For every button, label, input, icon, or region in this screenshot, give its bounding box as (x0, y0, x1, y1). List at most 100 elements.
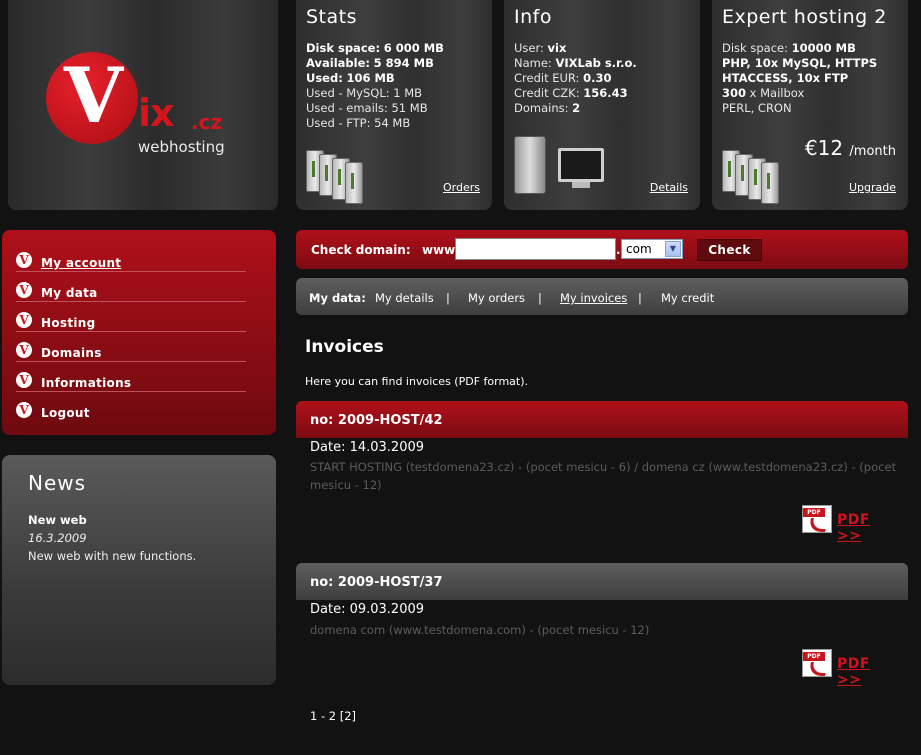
stats-panel: Stats Disk space: 6 000 MB Available: 5 … (296, 0, 492, 210)
news-panel: News New web 16.3.2009 New web with new … (2, 455, 276, 685)
chevron-down-icon[interactable]: ▼ (665, 241, 681, 257)
menu-item-informations[interactable]: V Informations (16, 370, 246, 392)
news-date: 16.3.2009 (28, 531, 87, 545)
pdf-link-label[interactable]: PDF >> (837, 512, 894, 544)
tld-select[interactable]: com ▼ (621, 239, 683, 259)
menu-item-my-account[interactable]: V My account (16, 250, 246, 272)
stats-used-ftp: Used - FTP: 54 MB (306, 116, 411, 130)
stats-used-value: 106 MB (346, 71, 395, 85)
invoice-date: Date: 09.03.2009 (310, 602, 425, 617)
invoice-number: no: 2009-HOST/37 (310, 575, 443, 590)
price-period: /month (849, 144, 896, 159)
servers-icon (306, 150, 376, 205)
tab-my-orders[interactable]: My orders (468, 291, 525, 305)
invoice-header: no: 2009-HOST/42 (296, 401, 908, 438)
info-panel: Info User: vix Name: VIXLab s.r.o. Credi… (504, 0, 700, 210)
stats-used-mysql: Used - MySQL: 1 MB (306, 86, 423, 100)
check-domain-label: Check domain: (311, 243, 411, 257)
expert-lines: Disk space: 10000 MB PHP, 10x MySQL, HTT… (722, 41, 877, 116)
domain-dot: . (616, 243, 621, 257)
menu-item-my-data[interactable]: V My data (16, 280, 246, 302)
expert-line-php: PHP, 10x MySQL, HTTPS (722, 56, 878, 70)
info-domains-value: 2 (572, 101, 581, 115)
tab-my-details[interactable]: My details (375, 291, 434, 305)
stats-used-emails: Used - emails: 51 MB (306, 101, 428, 115)
my-data-label: My data: (309, 291, 366, 305)
invoice-pdf-link[interactable]: PDF PDF >> (802, 649, 894, 688)
stats-disk-value: 6 000 MB (383, 41, 444, 55)
tld-selected: com (626, 242, 652, 256)
v-bullet-icon: V (16, 372, 32, 388)
tab-my-invoices[interactable]: My invoices (560, 291, 627, 305)
check-button[interactable]: Check (697, 239, 762, 261)
expert-mailbox-label: x Mailbox (749, 86, 805, 100)
tab-my-credit[interactable]: My credit (661, 291, 714, 305)
stats-lines: Disk space: 6 000 MB Available: 5 894 MB… (306, 41, 444, 131)
check-domain-bar: Check domain: www. . com ▼ Check (296, 230, 908, 269)
page-title: Invoices (305, 337, 384, 357)
page-intro: Here you can find invoices (PDF format). (305, 375, 529, 388)
menu-item-label: Hosting (41, 316, 96, 330)
v-bullet-icon: V (16, 312, 32, 328)
details-link[interactable]: Details (650, 181, 688, 194)
menu-item-label: Logout (41, 406, 90, 420)
servers-icon (722, 150, 792, 205)
v-bullet-icon: V (16, 402, 32, 418)
my-data-nav: My data: My details | My orders | My inv… (296, 278, 908, 315)
nav-separator: | (538, 291, 542, 305)
www-prefix: www. (422, 243, 460, 257)
info-credit-czk-label: Credit CZK: (514, 86, 580, 100)
orders-link[interactable]: Orders (443, 181, 480, 194)
invoice-pdf-link[interactable]: PDF PDF >> (802, 505, 894, 544)
expert-hosting-panel: Expert hosting 2 Disk space: 10000 MB PH… (712, 0, 908, 210)
invoice-number: no: 2009-HOST/42 (310, 413, 443, 428)
logo-tld: .cz (191, 110, 223, 134)
expert-line-htaccess: HTACCESS, 10x FTP (722, 71, 849, 85)
info-credit-eur-label: Credit EUR: (514, 71, 580, 85)
price: €12 /month (805, 136, 896, 160)
stats-available-value: 5 894 MB (373, 56, 434, 70)
v-bullet-icon: V (16, 252, 32, 268)
logo-subtitle: webhosting (138, 138, 225, 156)
domain-input[interactable] (455, 238, 616, 260)
stats-available-label: Available: (306, 56, 370, 70)
info-credit-czk-value: 156.43 (583, 86, 628, 100)
nav-separator: | (638, 291, 642, 305)
info-name-label: Name: (514, 56, 552, 70)
nav-separator: | (446, 291, 450, 305)
info-user-value: vix (547, 41, 567, 55)
info-domains-label: Domains: (514, 101, 569, 115)
menu-item-domains[interactable]: V Domains (16, 340, 246, 362)
pdf-icon: PDF (802, 649, 832, 677)
expert-line-perl: PERL, CRON (722, 101, 792, 115)
menu-item-label: My account (41, 256, 122, 270)
pdf-icon-tag: PDF (803, 652, 825, 661)
menu-item-logout[interactable]: V Logout (16, 400, 246, 422)
pdf-icon-tag: PDF (803, 508, 825, 517)
menu-item-hosting[interactable]: V Hosting (16, 310, 246, 332)
expert-title: Expert hosting 2 (722, 6, 887, 28)
pdf-link-label[interactable]: PDF >> (837, 656, 894, 688)
expert-disk-label: Disk space: (722, 41, 788, 55)
logo-name: ix (138, 91, 175, 135)
info-name-value: VIXLab s.r.o. (555, 56, 637, 70)
stats-title: Stats (306, 6, 358, 28)
invoice-header: no: 2009-HOST/37 (296, 563, 908, 600)
upgrade-link[interactable]: Upgrade (849, 181, 896, 194)
logo-letter: V (64, 51, 123, 140)
invoice-date: Date: 14.03.2009 (310, 440, 425, 455)
invoice-description: domena com (www.testdomena.com) - (pocet… (310, 623, 650, 637)
news-text: New web with new functions. (28, 549, 197, 563)
computer-icon (514, 136, 606, 194)
main-menu: V My account V My data V Hosting V Domai… (2, 230, 276, 435)
menu-item-label: Domains (41, 346, 102, 360)
stats-disk-label: Disk space: (306, 41, 381, 55)
v-bullet-icon: V (16, 342, 32, 358)
news-title: News (28, 471, 87, 495)
v-bullet-icon: V (16, 282, 32, 298)
news-headline: New web (28, 513, 87, 527)
expert-disk-value: 10000 MB (791, 41, 856, 55)
menu-item-label: My data (41, 286, 98, 300)
price-value: €12 (804, 136, 844, 160)
invoice-description: START HOSTING (testdomena23.cz) - (pocet… (310, 460, 897, 492)
